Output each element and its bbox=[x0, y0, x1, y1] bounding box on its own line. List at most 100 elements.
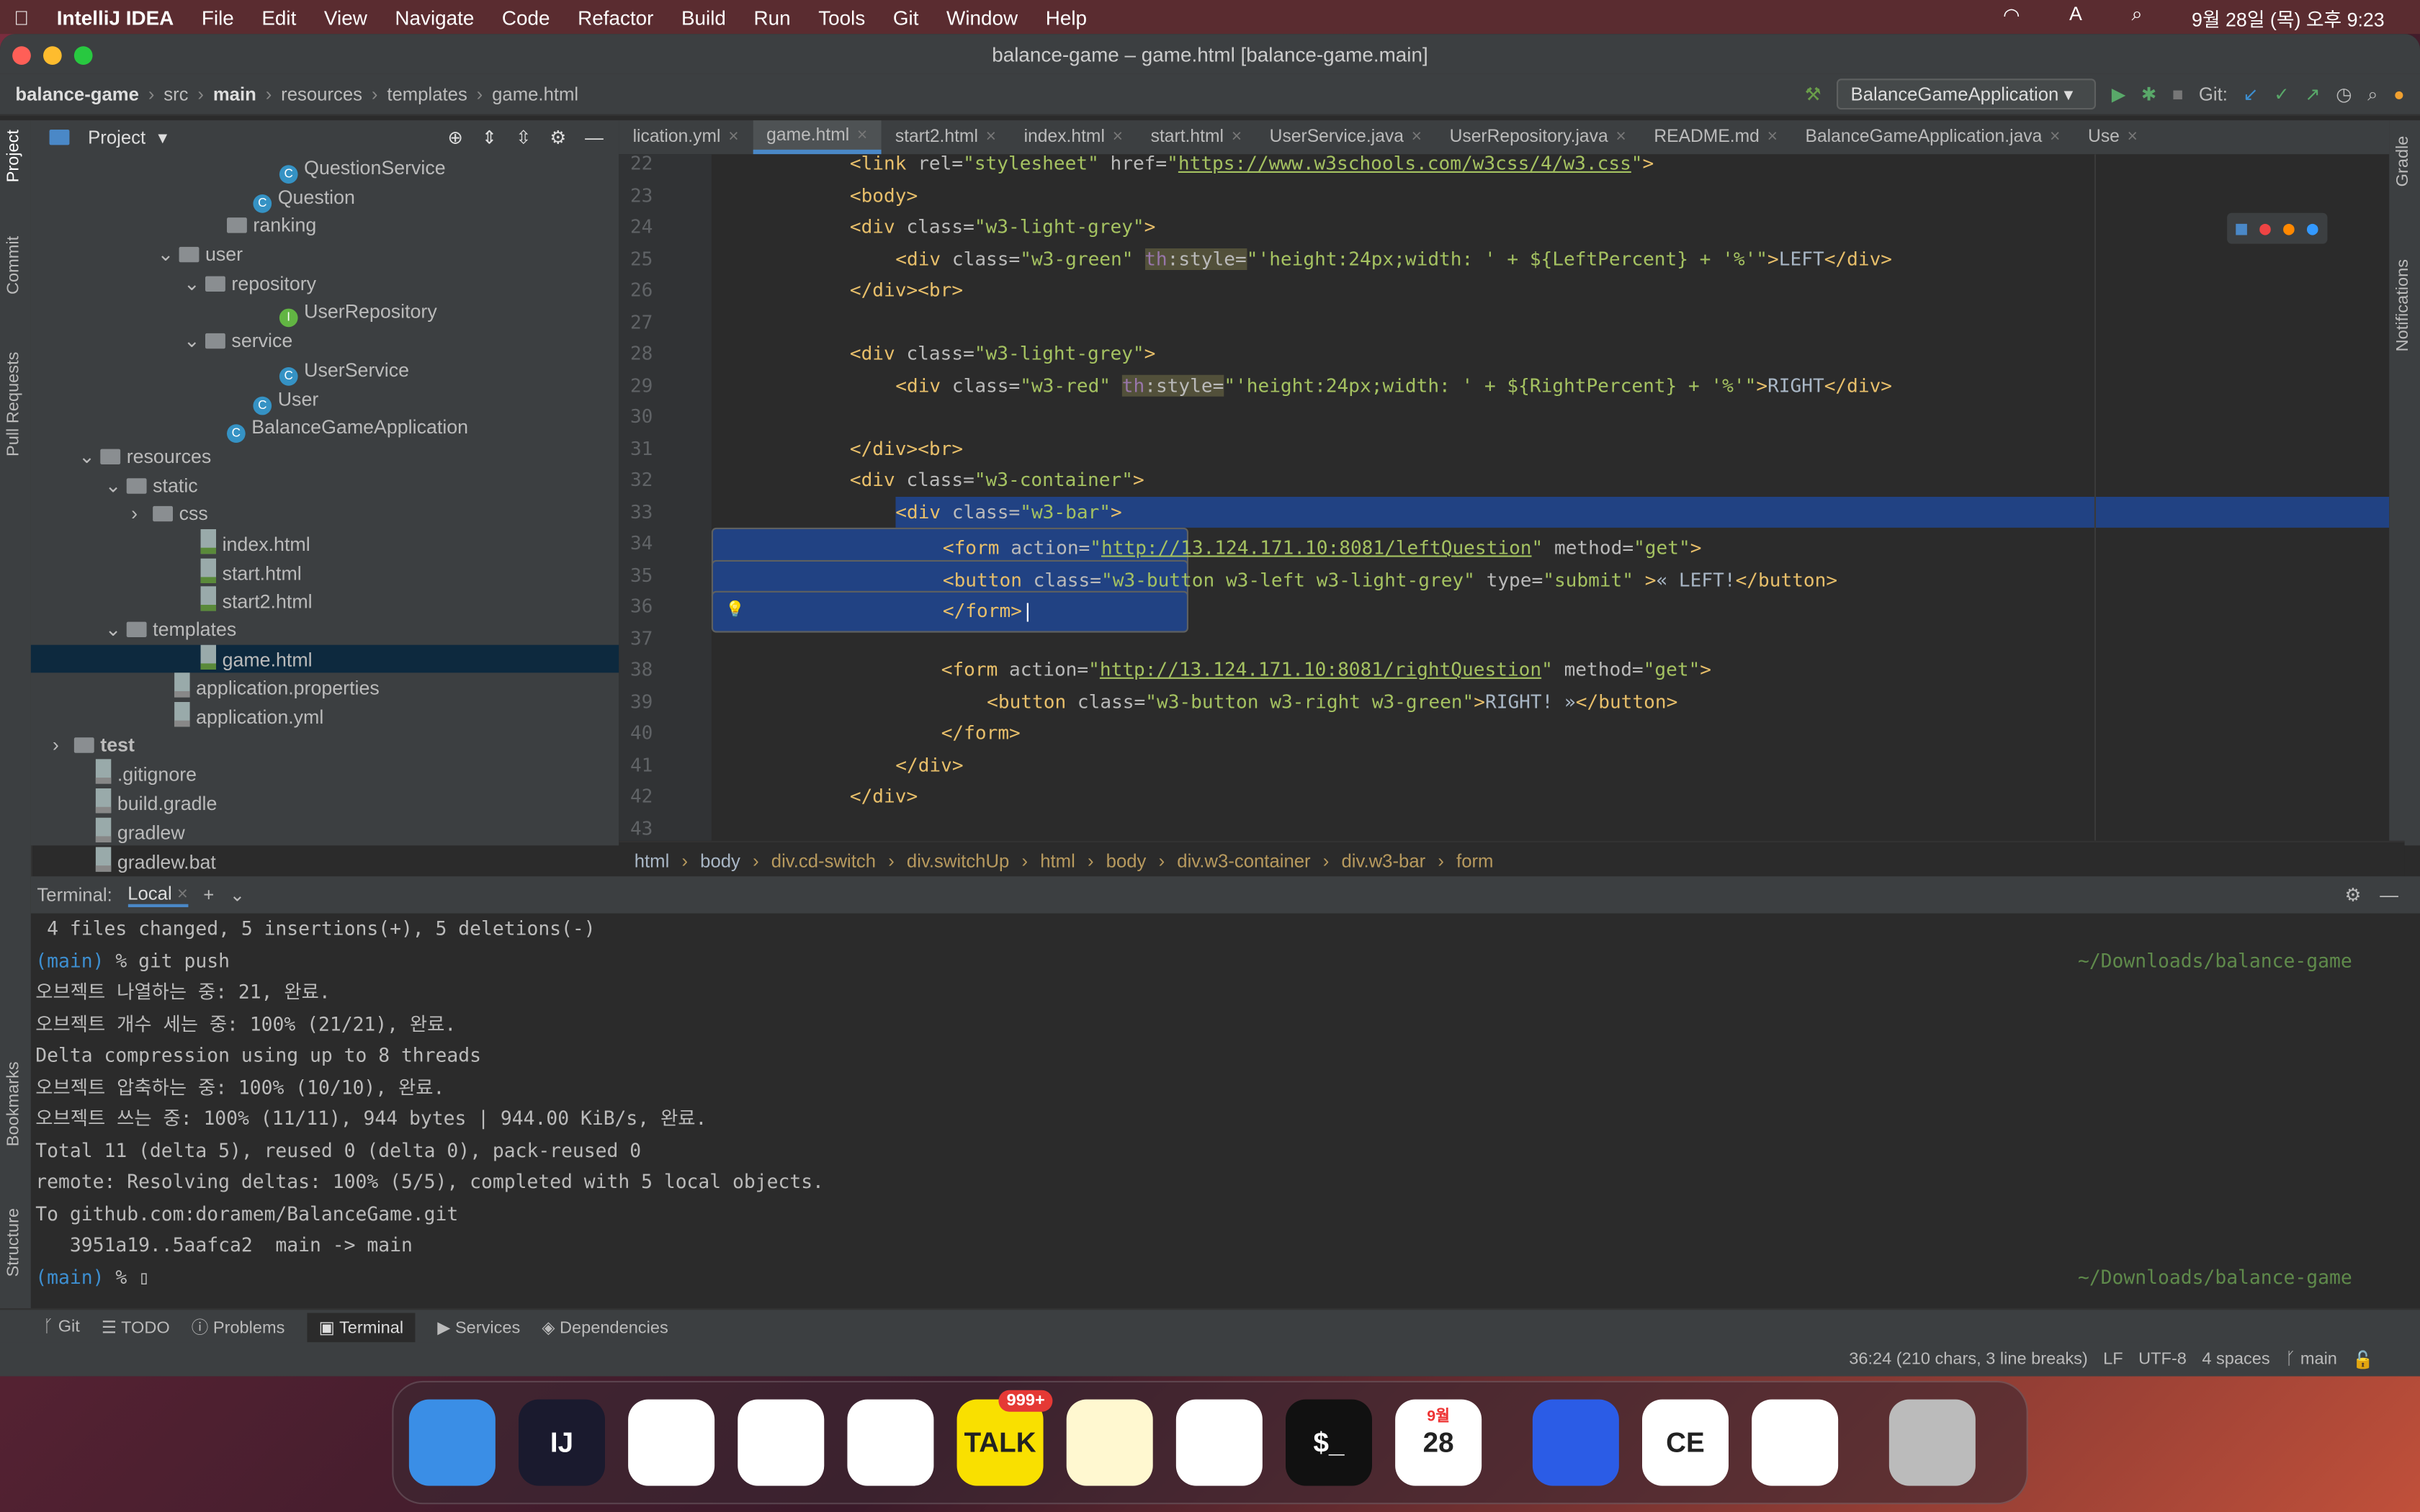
gear-icon[interactable]: ⚙ bbox=[550, 127, 566, 148]
tree-item[interactable]: gradlew bbox=[31, 817, 619, 846]
code-editor[interactable]: 22 23 24 25 26 27 28 29 30 31 32 33 34 35 36 37 38 39 40 41… bbox=[619, 154, 2390, 841]
tab-balancegameapplication-java[interactable]: BalanceGameApplication.java × bbox=[1791, 120, 2074, 154]
dock-safari[interactable] bbox=[847, 1399, 934, 1486]
breadcrumb-item[interactable]: body bbox=[700, 850, 740, 871]
close-tab-icon[interactable]: × bbox=[2128, 128, 2138, 147]
dock-kakaotalk[interactable]: TALK 999+ bbox=[956, 1390, 1053, 1486]
build-hammer-icon[interactable]: ⚒ bbox=[1805, 84, 1821, 105]
dock-calendar[interactable]: 28 9월 bbox=[1395, 1399, 1482, 1486]
tree-item[interactable]: ranking bbox=[31, 212, 619, 240]
close-tab-icon[interactable]: × bbox=[1412, 128, 1422, 147]
expand-all-icon[interactable]: ⇕ bbox=[482, 127, 498, 148]
nav-crumb[interactable]: templates bbox=[387, 84, 467, 105]
close-tab-icon[interactable]: × bbox=[728, 128, 738, 147]
tab-game-html[interactable]: game.html × bbox=[752, 120, 882, 155]
terminal-tab-local[interactable]: Local × bbox=[127, 883, 188, 907]
dock-tableplus[interactable]: CE bbox=[1642, 1399, 1729, 1486]
minimize-button[interactable] bbox=[43, 46, 62, 65]
tool-gradle[interactable]: Gradle bbox=[2394, 136, 2413, 187]
chevron-right-icon[interactable]: › bbox=[131, 500, 153, 529]
indent[interactable]: 4 spaces bbox=[2202, 1350, 2269, 1369]
history-icon[interactable]: ◷ bbox=[2336, 84, 2352, 105]
close-tab-icon[interactable]: × bbox=[986, 128, 996, 147]
tree-item[interactable]: › css bbox=[31, 500, 619, 529]
dock-chrome[interactable] bbox=[738, 1399, 825, 1486]
stop-icon[interactable]: ■ bbox=[2172, 84, 2184, 105]
close-tab-icon[interactable]: × bbox=[857, 127, 867, 145]
encoding[interactable]: UTF-8 bbox=[2138, 1350, 2187, 1369]
search-everywhere-icon[interactable]: ⌕ bbox=[2367, 83, 2378, 106]
chrome-icon[interactable]: ● bbox=[2259, 217, 2271, 239]
locate-icon[interactable]: ⊕ bbox=[448, 127, 464, 148]
tree-item[interactable]: C UserService bbox=[31, 356, 619, 386]
zoom-button[interactable] bbox=[73, 46, 93, 65]
dock-trash[interactable] bbox=[1888, 1399, 1976, 1486]
tree-item[interactable]: build.gradle bbox=[31, 788, 619, 817]
tab-use[interactable]: Use × bbox=[2074, 120, 2152, 154]
tool-pull-requests[interactable]: Pull Requests bbox=[4, 352, 23, 456]
close-button[interactable] bbox=[12, 46, 31, 65]
new-tab-icon[interactable]: + bbox=[203, 884, 214, 906]
dock-grape[interactable] bbox=[1532, 1399, 1619, 1486]
tree-item[interactable]: start.html bbox=[31, 557, 619, 587]
app-menu[interactable]: IntelliJ IDEA bbox=[57, 6, 174, 29]
nav-crumb[interactable]: main bbox=[213, 84, 256, 105]
menu-tools[interactable]: Tools bbox=[818, 6, 865, 29]
lock-icon[interactable]: 🔓 bbox=[2352, 1349, 2373, 1369]
menu-navigate[interactable]: Navigate bbox=[395, 6, 474, 29]
wifi-icon[interactable]: ◠ bbox=[2003, 2, 2020, 32]
breadcrumb-item[interactable]: div.switchUp bbox=[907, 850, 1009, 871]
tree-item[interactable]: start2.html bbox=[31, 586, 619, 616]
tool-notifications[interactable]: Notifications bbox=[2394, 259, 2413, 351]
breadcrumb-item[interactable]: div.cd-switch bbox=[771, 850, 876, 871]
chevron-down-icon[interactable]: ⌄ bbox=[230, 884, 246, 906]
menu-build[interactable]: Build bbox=[681, 6, 726, 29]
tree-item[interactable]: ⌄ service bbox=[31, 328, 619, 356]
breadcrumb-item[interactable]: html bbox=[1040, 850, 1075, 871]
bottom-tab-problems[interactable]: ⓘ Problems bbox=[192, 1315, 285, 1339]
git-update-icon[interactable]: ↙ bbox=[2243, 84, 2259, 105]
chevron-down-icon[interactable]: ⌄ bbox=[79, 443, 100, 472]
close-tab-icon[interactable]: × bbox=[1767, 128, 1778, 147]
breadcrumb-item[interactable]: div.w3-bar bbox=[1341, 850, 1425, 871]
tool-project[interactable]: Project bbox=[4, 130, 23, 182]
chevron-down-icon[interactable]: ⌄ bbox=[105, 616, 127, 644]
menu-refactor[interactable]: Refactor bbox=[578, 6, 653, 29]
tab-index-html[interactable]: index.html × bbox=[1010, 120, 1137, 154]
tree-item[interactable]: C Question bbox=[31, 183, 619, 213]
tab-userrepository-java[interactable]: UserRepository.java × bbox=[1435, 120, 1640, 154]
dock-notes[interactable] bbox=[1066, 1399, 1153, 1486]
tab-readme-md[interactable]: README.md × bbox=[1640, 120, 1791, 154]
menu-code[interactable]: Code bbox=[502, 6, 550, 29]
chevron-down-icon[interactable]: ⌄ bbox=[105, 472, 127, 500]
project-title[interactable]: Project bbox=[88, 127, 145, 148]
tab-lication-yml[interactable]: lication.yml × bbox=[619, 120, 753, 154]
tab-userservice-java[interactable]: UserService.java × bbox=[1255, 120, 1435, 154]
run-icon[interactable]: ▶ bbox=[2112, 84, 2126, 105]
tree-item[interactable]: ⌄ repository bbox=[31, 269, 619, 298]
hide-icon[interactable]: — bbox=[2380, 884, 2398, 906]
run-config-select[interactable]: BalanceGameApplication ▾ bbox=[1837, 78, 2097, 110]
menu-window[interactable]: Window bbox=[946, 6, 1018, 29]
close-tab-icon[interactable]: × bbox=[1232, 128, 1242, 147]
bottom-tab-git[interactable]: ᚴ Git bbox=[43, 1318, 80, 1336]
menu-edit[interactable]: Edit bbox=[261, 6, 296, 29]
dock-keynote[interactable] bbox=[1752, 1399, 1839, 1486]
debug-icon[interactable]: ✱ bbox=[2141, 84, 2157, 105]
intellij-browser-icon[interactable]: ■ bbox=[2236, 217, 2247, 239]
tree-item[interactable]: C QuestionService bbox=[31, 154, 619, 184]
dock-freeform[interactable] bbox=[1175, 1399, 1263, 1486]
collapse-all-icon[interactable]: ⇳ bbox=[516, 127, 532, 148]
tab-start2-html[interactable]: start2.html × bbox=[882, 120, 1010, 154]
breadcrumb-item[interactable]: div.w3-container bbox=[1177, 850, 1310, 871]
hide-icon[interactable]: — bbox=[585, 127, 604, 148]
menu-help[interactable]: Help bbox=[1046, 6, 1087, 29]
tree-item[interactable]: I UserRepository bbox=[31, 299, 619, 328]
bottom-tab-todo[interactable]: ☰ TODO bbox=[102, 1317, 170, 1337]
chevron-down-icon[interactable]: ⌄ bbox=[184, 269, 205, 298]
tree-item[interactable]: ⌄ user bbox=[31, 240, 619, 269]
git-push-icon[interactable]: ↗ bbox=[2305, 84, 2321, 105]
bottom-tab-services[interactable]: ▶ Services bbox=[437, 1317, 520, 1337]
search-icon[interactable]: ⌕ bbox=[2131, 2, 2142, 32]
tool-bookmarks[interactable]: Bookmarks bbox=[4, 1061, 23, 1146]
